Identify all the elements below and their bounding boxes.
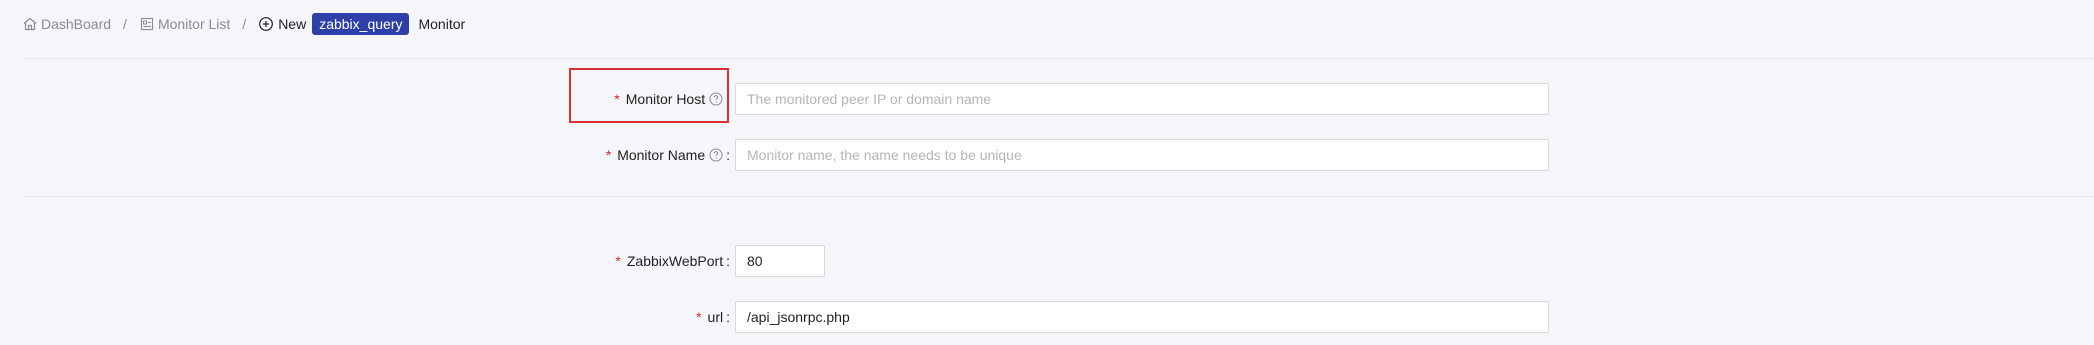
monitor-host-label: * Monitor Host :: [614, 83, 730, 115]
url-label-text: url: [707, 309, 724, 325]
breadcrumb-dashboard[interactable]: DashBoard: [22, 16, 111, 32]
monitor-list-icon: [139, 16, 155, 32]
breadcrumb-dashboard-label: DashBoard: [41, 16, 112, 32]
required-mark: *: [605, 147, 612, 163]
plus-circle-icon: [258, 16, 274, 32]
required-mark: *: [614, 91, 620, 107]
zabbix-web-port-input[interactable]: [735, 245, 825, 277]
breadcrumb-monitor-list[interactable]: Monitor List: [139, 16, 230, 32]
question-circle-icon[interactable]: [709, 148, 723, 162]
monitor-name-row: * Monitor Name :: [0, 139, 2094, 171]
home-icon: [22, 16, 38, 32]
monitor-host-input[interactable]: [735, 83, 1549, 115]
monitor-name-label-text: Monitor Name: [617, 147, 706, 163]
breadcrumb-separator: /: [242, 16, 247, 32]
url-input[interactable]: [735, 301, 1549, 333]
zabbix-web-port-label: * ZabbixWebPort :: [615, 245, 730, 277]
breadcrumb-monitor-list-label: Monitor List: [157, 16, 231, 32]
required-mark: *: [696, 309, 702, 325]
label-colon: :: [726, 253, 730, 269]
monitor-host-row: * Monitor Host :: [0, 83, 2094, 115]
monitor-type-tag: zabbix_query: [312, 13, 410, 35]
url-row: * url :: [0, 301, 2094, 333]
zabbix-web-port-label-text: ZabbixWebPort: [626, 253, 724, 269]
question-circle-icon[interactable]: [709, 92, 723, 106]
breadcrumb-monitor-suffix: Monitor: [418, 16, 466, 32]
label-colon: :: [726, 309, 730, 325]
divider: [22, 196, 2094, 197]
required-mark: *: [615, 253, 621, 269]
breadcrumb: DashBoard / Monitor List / New zabbix_qu…: [22, 13, 465, 35]
breadcrumb-separator: /: [123, 16, 127, 32]
breadcrumb-current: New zabbix_query Monitor: [258, 13, 465, 35]
page: DashBoard / Monitor List / New zabbix_qu…: [0, 0, 2094, 345]
monitor-name-input[interactable]: [735, 139, 1549, 171]
label-colon: :: [726, 147, 730, 163]
label-colon: :: [726, 91, 730, 107]
url-label: * url :: [696, 301, 730, 333]
monitor-host-label-text: Monitor Host: [625, 91, 706, 107]
breadcrumb-new-label: New: [278, 16, 307, 32]
divider: [22, 58, 2094, 59]
zabbix-web-port-row: * ZabbixWebPort :: [0, 245, 2094, 277]
monitor-name-label: * Monitor Name :: [606, 139, 730, 171]
